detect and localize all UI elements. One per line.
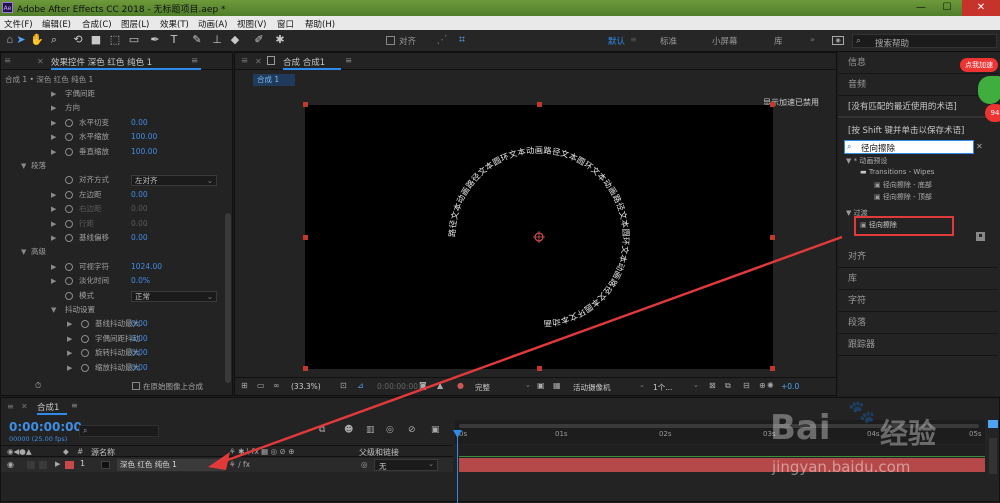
watermark-logo-cn: 经验 xyxy=(880,417,937,450)
annotation-arrow xyxy=(221,235,843,464)
watermark-url: jingyan.baidu.com xyxy=(772,458,911,476)
annotation-arrow-overlay xyxy=(208,235,843,470)
annotation-arrowhead-icon xyxy=(208,452,230,470)
paw-icon: 🐾 xyxy=(848,400,876,425)
watermark-logo: Bai xyxy=(770,408,831,448)
